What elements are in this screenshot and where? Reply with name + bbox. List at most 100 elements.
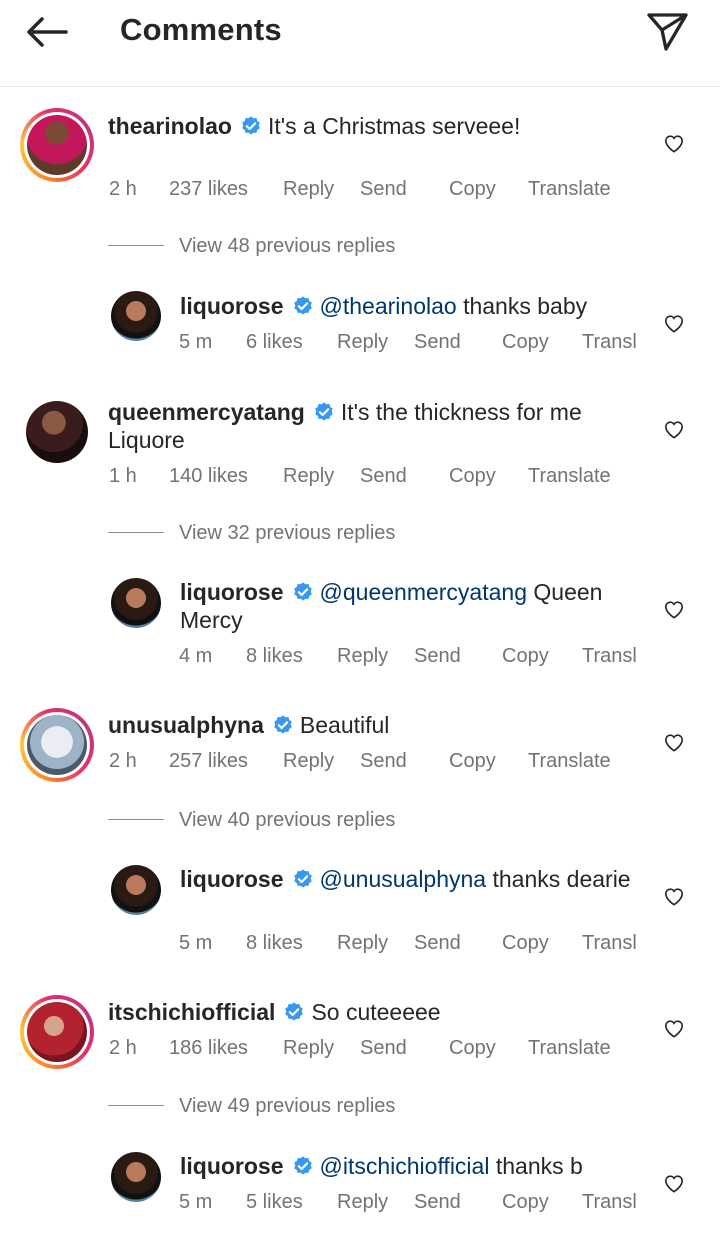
comment-meta: 2 h 257 likes Reply Send Copy Translate (0, 750, 720, 774)
heart-outline-icon[interactable] (663, 886, 685, 906)
mention-link[interactable]: @thearinolao (320, 293, 457, 319)
copy-button[interactable]: Copy (502, 645, 549, 668)
avatar[interactable] (111, 865, 161, 915)
comment-body: It's a Christmas serveee! (267, 113, 521, 139)
comment-text: itschichiofficial So cuteeeee (108, 998, 441, 1026)
verified-badge-icon (293, 582, 312, 601)
reply-body: thanks dearie (486, 866, 631, 892)
view-previous-replies[interactable]: View 40 previous replies (179, 809, 395, 832)
comment-username[interactable]: thearinolao (108, 113, 232, 139)
comment-likes[interactable]: 257 likes (169, 750, 248, 773)
reply-button[interactable]: Reply (337, 331, 388, 354)
heart-outline-icon[interactable] (663, 1173, 685, 1193)
reply-button[interactable]: Reply (337, 932, 388, 955)
translate-button[interactable]: Transl (582, 645, 637, 668)
copy-button[interactable]: Copy (449, 1037, 496, 1060)
reply-text-continued: Mercy (180, 607, 243, 633)
mention-link[interactable]: @queenmercyatang (320, 579, 527, 605)
reply-meta: 5 m 8 likes Reply Send Copy Transl (0, 932, 720, 956)
comment-text: thearinolao It's a Christmas serveee! (108, 112, 520, 140)
page-title: Comments (120, 12, 282, 47)
reply-time: 5 m (179, 932, 213, 954)
translate-button[interactable]: Translate (528, 1037, 611, 1060)
reply-button[interactable]: Reply (283, 178, 334, 201)
send-button[interactable]: Send (360, 1037, 407, 1060)
send-button[interactable]: Send (360, 465, 407, 488)
send-button[interactable]: Send (414, 932, 461, 955)
copy-button[interactable]: Copy (502, 932, 549, 955)
copy-button[interactable]: Copy (449, 750, 496, 773)
reply-button[interactable]: Reply (337, 645, 388, 668)
send-button[interactable]: Send (414, 1191, 461, 1214)
comment-time: 2 h (109, 1037, 137, 1059)
verified-badge-icon (293, 869, 312, 888)
view-previous-replies[interactable]: View 32 previous replies (179, 522, 395, 545)
reply-username[interactable]: liquorose (180, 866, 284, 892)
copy-button[interactable]: Copy (449, 465, 496, 488)
reply-text: liquorose @itschichiofficial thanks b (180, 1152, 583, 1180)
reply-text: liquorose @queenmercyatang Queen (180, 578, 640, 606)
heart-outline-icon[interactable] (663, 599, 685, 619)
reply-button[interactable]: Reply (337, 1191, 388, 1214)
comment-likes[interactable]: 186 likes (169, 1037, 248, 1060)
reply-likes[interactable]: 8 likes (246, 645, 303, 668)
header-bar: Comments (0, 0, 720, 87)
comment-username[interactable]: queenmercyatang (108, 399, 305, 425)
comment-meta: 1 h 140 likes Reply Send Copy Translate (0, 465, 720, 489)
avatar[interactable] (20, 108, 94, 182)
reply-body: thanks b (489, 1153, 583, 1179)
view-previous-replies[interactable]: View 49 previous replies (179, 1095, 395, 1118)
reply-meta: 5 m 6 likes Reply Send Copy Transl (0, 331, 720, 355)
copy-button[interactable]: Copy (502, 331, 549, 354)
translate-button[interactable]: Translate (528, 465, 611, 488)
send-button[interactable]: Send (414, 645, 461, 668)
avatar[interactable] (26, 401, 88, 463)
comment-likes[interactable]: 140 likes (169, 465, 248, 488)
comment-username[interactable]: itschichiofficial (108, 999, 275, 1025)
heart-outline-icon[interactable] (663, 732, 685, 752)
heart-outline-icon[interactable] (663, 419, 685, 439)
reply-likes[interactable]: 5 likes (246, 1191, 303, 1214)
reply-username[interactable]: liquorose (180, 1153, 284, 1179)
comment-text: unusualphyna Beautiful (108, 711, 389, 739)
reply-meta: 5 m 5 likes Reply Send Copy Transl (0, 1191, 720, 1215)
avatar[interactable] (111, 578, 161, 628)
translate-button[interactable]: Transl (582, 331, 637, 354)
reply-username[interactable]: liquorose (180, 579, 284, 605)
verified-badge-icon (293, 1156, 312, 1175)
reply-username[interactable]: liquorose (180, 293, 284, 319)
reply-meta: 4 m 8 likes Reply Send Copy Transl (0, 645, 720, 669)
reply-time: 4 m (179, 645, 213, 667)
comment-body: So cuteeeee (311, 999, 441, 1025)
translate-button[interactable]: Translate (528, 750, 611, 773)
paper-plane-icon[interactable] (644, 10, 690, 52)
mention-link[interactable]: @unusualphyna (320, 866, 487, 892)
comment-likes[interactable]: 237 likes (169, 178, 248, 201)
arrow-left-icon[interactable] (22, 12, 72, 52)
heart-outline-icon[interactable] (663, 313, 685, 333)
translate-button[interactable]: Transl (582, 932, 637, 955)
reply-button[interactable]: Reply (283, 750, 334, 773)
send-button[interactable]: Send (414, 331, 461, 354)
translate-button[interactable]: Transl (582, 1191, 637, 1214)
reply-likes[interactable]: 6 likes (246, 331, 303, 354)
copy-button[interactable]: Copy (502, 1191, 549, 1214)
reply-text: liquorose @unusualphyna thanks dearie (180, 865, 631, 893)
reply-button[interactable]: Reply (283, 465, 334, 488)
comment-meta: 2 h 237 likes Reply Send Copy Translate (0, 178, 720, 202)
copy-button[interactable]: Copy (449, 178, 496, 201)
comment-body: Beautiful (299, 712, 390, 738)
translate-button[interactable]: Translate (528, 178, 611, 201)
mention-link[interactable]: @itschichiofficial (320, 1153, 490, 1179)
verified-badge-icon (242, 116, 260, 135)
heart-outline-icon[interactable] (663, 1018, 685, 1038)
heart-outline-icon[interactable] (663, 133, 685, 153)
reply-time: 5 m (179, 1191, 213, 1213)
view-previous-replies[interactable]: View 48 previous replies (179, 235, 395, 258)
reply-likes[interactable]: 8 likes (246, 932, 303, 955)
reply-time: 5 m (179, 331, 213, 353)
send-button[interactable]: Send (360, 750, 407, 773)
reply-button[interactable]: Reply (283, 1037, 334, 1060)
comment-username[interactable]: unusualphyna (108, 712, 264, 738)
send-button[interactable]: Send (360, 178, 407, 201)
